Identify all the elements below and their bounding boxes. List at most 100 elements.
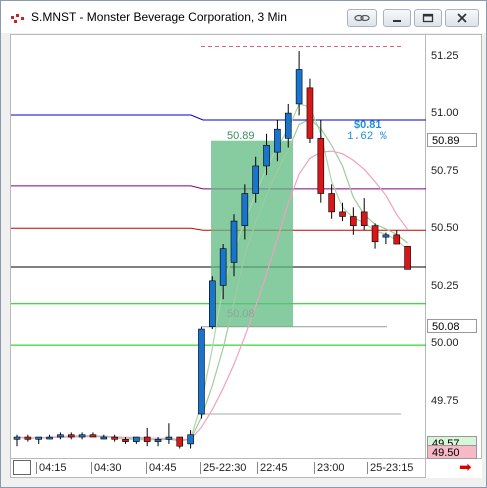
minimize-button[interactable] <box>383 9 411 27</box>
candle-body-down <box>393 234 401 245</box>
time-axis-scroll-box[interactable] <box>13 460 31 475</box>
window-title: S.MNST - Monster Beverage Corporation, 3… <box>31 10 287 24</box>
link-icon <box>354 14 370 22</box>
candle <box>371 223 379 249</box>
candle-body-up <box>154 439 162 442</box>
candle-body-up <box>219 248 227 286</box>
candle <box>382 232 390 245</box>
stop-price-tag: 50.08 <box>427 318 477 333</box>
candle <box>78 432 86 440</box>
candle-body-up <box>46 436 53 440</box>
price-tick-label: 50.50 <box>431 222 459 235</box>
candle <box>67 432 75 440</box>
scroll-right-icon[interactable]: ➡ <box>459 460 472 476</box>
candle <box>198 326 205 419</box>
candle <box>209 276 216 330</box>
candle <box>143 427 151 447</box>
link-button[interactable] <box>347 9 377 27</box>
last-price-tag: 50.89 <box>427 132 477 147</box>
candle-body-up <box>274 128 281 153</box>
candle <box>176 436 184 449</box>
time-tick-label: 04:15 <box>36 462 67 474</box>
measure-percent-label: 1.62 % <box>347 131 387 143</box>
candle <box>111 434 118 442</box>
candle <box>339 202 346 222</box>
app-chart-icon <box>11 14 24 23</box>
candle-body-down <box>404 246 411 270</box>
ask-price-tag: 49.50 <box>427 445 477 459</box>
candle-body-down <box>350 216 357 226</box>
candle <box>46 434 53 440</box>
candle <box>89 432 97 438</box>
chart-plot-area[interactable]: 50.89 50.08 $0.81 1.62 % <box>10 34 427 460</box>
time-tick-label: 04:45 <box>146 462 177 474</box>
candle-body-up <box>78 434 86 438</box>
minimize-icon <box>393 20 401 22</box>
axis-corner <box>426 459 482 478</box>
candle-body-down <box>328 193 335 213</box>
candle <box>35 436 43 444</box>
candle-body-down <box>176 436 184 447</box>
maximize-button[interactable] <box>414 9 442 27</box>
price-tick-label: 51.25 <box>431 49 459 62</box>
candle-body-down <box>339 211 346 217</box>
candle-body-up <box>241 193 249 226</box>
candle-body-up <box>133 436 140 442</box>
title-bar[interactable]: S.MNST - Monster Beverage Corporation, 3… <box>1 1 486 33</box>
candle <box>13 434 21 447</box>
time-tick-label: 25-22:30 <box>200 462 246 474</box>
candle <box>328 184 335 219</box>
candle-body-up <box>57 434 64 438</box>
time-tick-label: 23:00 <box>314 462 345 474</box>
candle-body-down <box>67 434 75 438</box>
candle-body-up <box>295 69 303 105</box>
candle-body-up <box>209 280 216 328</box>
price-chart[interactable]: 50.89 50.08 $0.81 1.62 % <box>11 35 427 460</box>
candle-body-up <box>263 144 270 167</box>
candle-body-up <box>230 220 238 263</box>
maximize-icon <box>422 13 434 23</box>
candle-body-up <box>382 234 390 238</box>
candle <box>404 246 411 270</box>
candle-body-up <box>165 436 173 440</box>
close-icon <box>457 13 467 23</box>
candle <box>100 434 108 440</box>
candle-body-down <box>24 436 32 440</box>
chart-window: S.MNST - Monster Beverage Corporation, 3… <box>0 0 487 488</box>
candle <box>295 51 303 116</box>
candle <box>57 432 64 440</box>
measure-change-label: $0.81 <box>354 119 382 131</box>
candle-body-up <box>35 436 43 440</box>
price-tick-label: 50.75 <box>431 164 459 177</box>
candle-body-up <box>198 328 205 415</box>
candle-body-down <box>111 436 118 440</box>
close-button[interactable] <box>445 9 479 27</box>
candle <box>393 230 401 245</box>
candle-body-up <box>284 112 292 139</box>
measure-start-label: 50.89 <box>227 130 255 142</box>
candle-body-down <box>371 225 379 243</box>
price-tick-label: 50.00 <box>431 337 459 350</box>
price-tick-label: 49.75 <box>431 394 459 407</box>
candle-body-down <box>306 87 314 139</box>
candle-body-up <box>187 434 194 445</box>
candle <box>306 78 314 143</box>
price-tick-label: 50.25 <box>431 279 459 292</box>
candle-body-up <box>252 165 259 194</box>
time-tick-label: 22:45 <box>257 462 288 474</box>
candle-body-down <box>143 436 151 442</box>
candle <box>360 198 368 231</box>
candle-body-up <box>100 436 108 440</box>
time-tick-label: 25-23:15 <box>367 462 413 474</box>
candle <box>133 436 140 444</box>
candle-body-down <box>89 434 97 438</box>
candle-body-down <box>360 211 368 226</box>
measure-end-label: 50.08 <box>227 308 255 320</box>
time-tick-label: 04:30 <box>91 462 122 474</box>
candle <box>24 434 32 442</box>
price-tick-label: 51.00 <box>431 107 459 120</box>
candle-body-down <box>122 439 129 442</box>
candle-body-down <box>317 138 325 194</box>
candle-body-up <box>13 436 21 440</box>
candle <box>165 423 173 444</box>
